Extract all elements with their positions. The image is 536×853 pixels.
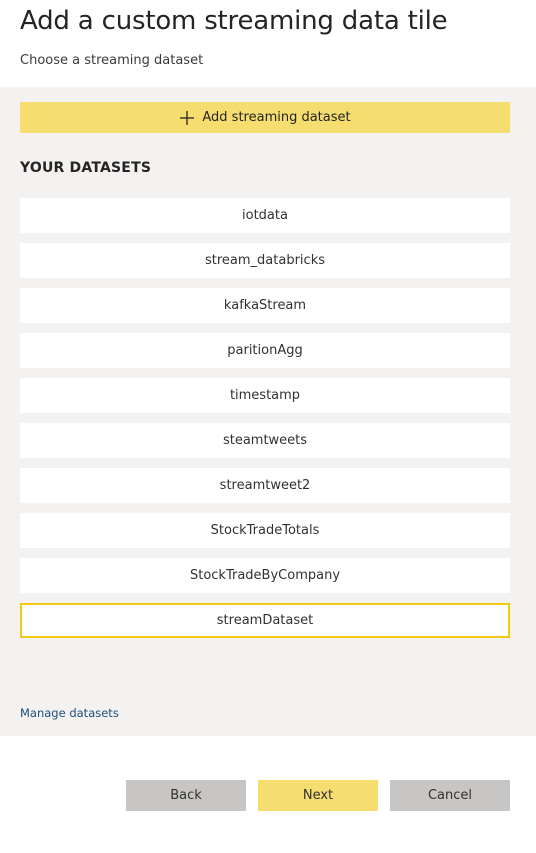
- next-button[interactable]: Next: [258, 780, 378, 811]
- dataset-item-streamtweet2[interactable]: streamtweet2: [20, 468, 510, 503]
- dataset-item-kafkastream[interactable]: kafkaStream: [20, 288, 510, 323]
- add-streaming-dataset-button[interactable]: Add streaming dataset: [20, 102, 510, 133]
- dataset-item-stocktradebycompany[interactable]: StockTradeByCompany: [20, 558, 510, 593]
- dataset-item-steamtweets[interactable]: steamtweets: [20, 423, 510, 458]
- back-button[interactable]: Back: [126, 780, 246, 811]
- dataset-item-stocktradetotals[interactable]: StockTradeTotals: [20, 513, 510, 548]
- page-title: Add a custom streaming data tile: [20, 6, 448, 36]
- dialog-header: Add a custom streaming data tile Choose …: [0, 0, 536, 87]
- cancel-button[interactable]: Cancel: [390, 780, 510, 811]
- page-subtitle: Choose a streaming dataset: [20, 53, 204, 68]
- your-datasets-heading: YOUR DATASETS: [20, 160, 152, 176]
- datasets-panel: Add streaming dataset YOUR DATASETS iotd…: [0, 87, 536, 736]
- add-streaming-dataset-label: Add streaming dataset: [202, 110, 351, 125]
- dataset-item-stream-databricks[interactable]: stream_databricks: [20, 243, 510, 278]
- dataset-list: iotdata stream_databricks kafkaStream pa…: [20, 198, 510, 648]
- dataset-item-paritionagg[interactable]: paritionAgg: [20, 333, 510, 368]
- dataset-item-timestamp[interactable]: timestamp: [20, 378, 510, 413]
- plus-icon: [179, 110, 195, 126]
- manage-datasets-link[interactable]: Manage datasets: [20, 706, 119, 720]
- dataset-item-streamdataset[interactable]: streamDataset: [20, 603, 510, 638]
- dataset-item-iotdata[interactable]: iotdata: [20, 198, 510, 233]
